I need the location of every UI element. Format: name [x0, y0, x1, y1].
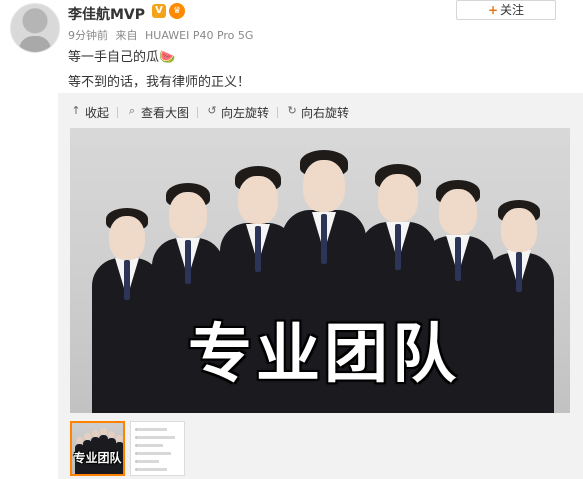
source-prefix: 来自 — [115, 29, 138, 42]
image-toolbar: ↑ 收起 ⌕ 查看大图 ↺ 向左旋转 ↻ 向右旋转 — [70, 104, 357, 122]
avatar-silhouette — [19, 36, 51, 52]
user-avatar[interactable] — [10, 3, 60, 53]
post-text-line-1: 等一手自己的瓜🍉 — [68, 50, 176, 65]
rotate-left-button[interactable]: ↺ 向左旋转 — [206, 104, 269, 121]
collapse-arrow-icon: ↑ — [71, 104, 81, 117]
verified-badge-icon: V — [152, 4, 166, 18]
image-overlay-caption: 专业团队 — [188, 318, 460, 392]
follow-button[interactable]: + 关注 — [456, 0, 556, 20]
rotate-left-icon: ↺ — [207, 104, 217, 117]
member-crown-icon: ♛ — [169, 3, 185, 19]
rotate-right-button[interactable]: ↻ 向右旋转 — [286, 104, 349, 121]
collapse-button[interactable]: ↑ 收起 — [70, 104, 109, 121]
rotate-right-label: 向右旋转 — [301, 106, 350, 120]
magnifier-icon: ⌕ — [128, 104, 136, 117]
plus-icon: + — [487, 3, 499, 17]
toolbar-divider — [117, 107, 119, 118]
thumbnail-selected[interactable]: 专业团队 — [70, 421, 125, 476]
username[interactable]: 李佳航MVP — [68, 4, 145, 24]
post-time[interactable]: 9分钟前 — [68, 29, 108, 42]
follow-button-label: 关注 — [500, 3, 525, 17]
post-text-line-2: 等不到的话，我有律师的正义！ — [68, 75, 251, 90]
rotate-left-label: 向左旋转 — [221, 106, 270, 120]
view-large-image-label: 查看大图 — [141, 106, 190, 120]
toolbar-divider — [197, 107, 199, 118]
rotate-right-icon: ↻ — [287, 104, 297, 117]
view-large-image-button[interactable]: ⌕ 查看大图 — [126, 104, 189, 121]
person-figure — [484, 200, 554, 413]
post-meta: 9分钟前 来自 HUAWEI P40 Pro 5G — [68, 27, 253, 43]
thumbnail-screenshot[interactable] — [130, 421, 185, 476]
thumbnail-caption: 专业团队 — [73, 451, 122, 465]
post-image[interactable]: 专业团队 — [70, 128, 570, 413]
device-source[interactable]: HUAWEI P40 Pro 5G — [145, 29, 253, 42]
collapse-label: 收起 — [85, 106, 110, 120]
toolbar-divider — [277, 107, 279, 118]
